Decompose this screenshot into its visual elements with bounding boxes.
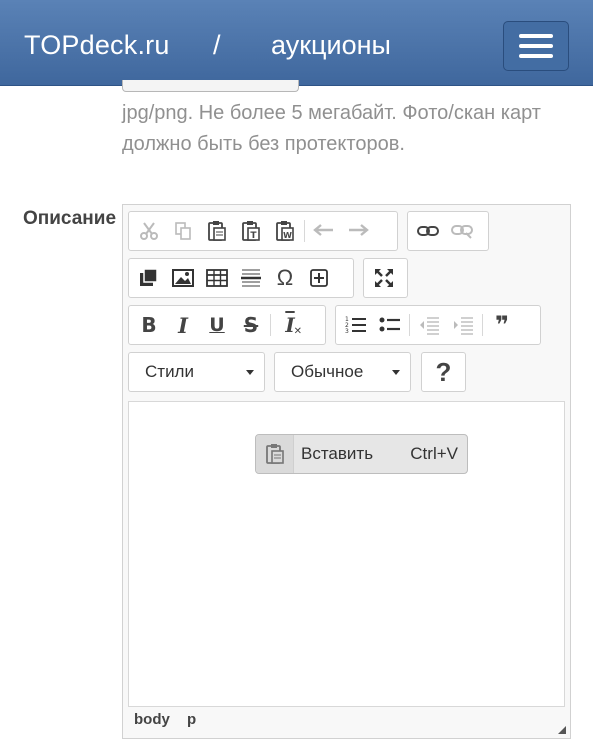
paste-icon[interactable] <box>200 214 234 248</box>
maximize-icon[interactable] <box>367 261 401 295</box>
bold-icon[interactable]: B <box>132 308 166 342</box>
styles-dropdown[interactable]: Стили <box>128 352 265 392</box>
media-icon[interactable] <box>132 261 166 295</box>
outdent-icon[interactable] <box>412 308 446 342</box>
remove-format-icon[interactable]: I ✕ <box>273 308 307 342</box>
clipboard-toolbar-group: T W <box>128 211 398 251</box>
format-toolbar-group: B I U S I ✕ <box>128 305 326 345</box>
paragraph-toolbar-group: 123 ❞ <box>335 305 541 345</box>
special-char-icon[interactable]: Ω <box>268 261 302 295</box>
paste-icon <box>256 435 294 473</box>
svg-text:W: W <box>283 231 292 240</box>
upload-help-text: jpg/png. Не более 5 мегабайт. Фото/скан … <box>122 102 541 155</box>
link-icon[interactable] <box>411 214 445 248</box>
bulleted-list-icon[interactable] <box>373 308 407 342</box>
strike-icon[interactable]: S <box>234 308 268 342</box>
paste-shortcut: Ctrl+V <box>410 444 458 463</box>
blockquote-icon[interactable]: ❞ <box>485 308 519 342</box>
styles-dropdown-label: Стили <box>145 362 194 381</box>
editor-content-area[interactable]: Вставить Ctrl+V <box>128 401 565 707</box>
top-navbar: TOPdeck.ru / аукционы <box>0 0 593 86</box>
help-icon[interactable]: ? <box>427 355 461 389</box>
help-toolbar-group: ? <box>421 352 466 392</box>
undo-icon[interactable] <box>307 214 341 248</box>
format-dropdown-label: Обычное <box>291 362 364 381</box>
svg-text:T: T <box>250 231 257 241</box>
format-dropdown[interactable]: Обычное <box>274 352 411 392</box>
indent-icon[interactable] <box>446 308 480 342</box>
table-icon[interactable] <box>200 261 234 295</box>
paste-word-icon[interactable]: W <box>268 214 302 248</box>
horizontal-line-icon[interactable] <box>234 261 268 295</box>
path-item-p[interactable]: p <box>187 711 196 728</box>
numbered-list-icon[interactable]: 123 <box>339 308 373 342</box>
chevron-down-icon <box>392 369 400 375</box>
file-upload-button[interactable] <box>122 80 299 92</box>
copy-icon[interactable] <box>166 214 200 248</box>
path-item-body[interactable]: body <box>134 711 170 728</box>
rich-text-editor: T W Ω B I U S I ✕ 1 2 3 ❞ Стили Обычное … <box>122 204 571 739</box>
cut-icon[interactable] <box>132 214 166 248</box>
insert-plus-icon[interactable] <box>302 261 336 295</box>
paste-text-icon[interactable]: T <box>234 214 268 248</box>
underline-icon[interactable]: U <box>200 308 234 342</box>
paste-context-menu[interactable]: Вставить Ctrl+V <box>255 434 468 474</box>
resize-handle[interactable] <box>558 726 566 734</box>
svg-text:3: 3 <box>345 328 349 335</box>
site-brand-link[interactable]: TOPdeck.ru <box>24 30 170 61</box>
italic-icon[interactable]: I <box>166 308 200 342</box>
element-path-bar: body p <box>134 711 209 728</box>
chevron-down-icon <box>246 369 254 375</box>
view-toolbar-group <box>363 258 408 298</box>
redo-icon[interactable] <box>341 214 375 248</box>
section-link[interactable]: аукционы <box>271 30 391 61</box>
description-label: Описание <box>23 208 117 229</box>
hamburger-menu-button[interactable] <box>503 21 569 71</box>
hamburger-icon <box>519 34 553 38</box>
paste-menu-label: Вставить <box>301 444 374 463</box>
insert-toolbar-group: Ω <box>128 258 354 298</box>
image-icon[interactable] <box>166 261 200 295</box>
link-toolbar-group <box>407 211 489 251</box>
breadcrumb-separator: / <box>213 30 221 60</box>
unlink-icon[interactable] <box>445 214 479 248</box>
editor-toolbar: T W Ω B I U S I ✕ 1 2 3 ❞ Стили Обычное … <box>123 205 570 401</box>
